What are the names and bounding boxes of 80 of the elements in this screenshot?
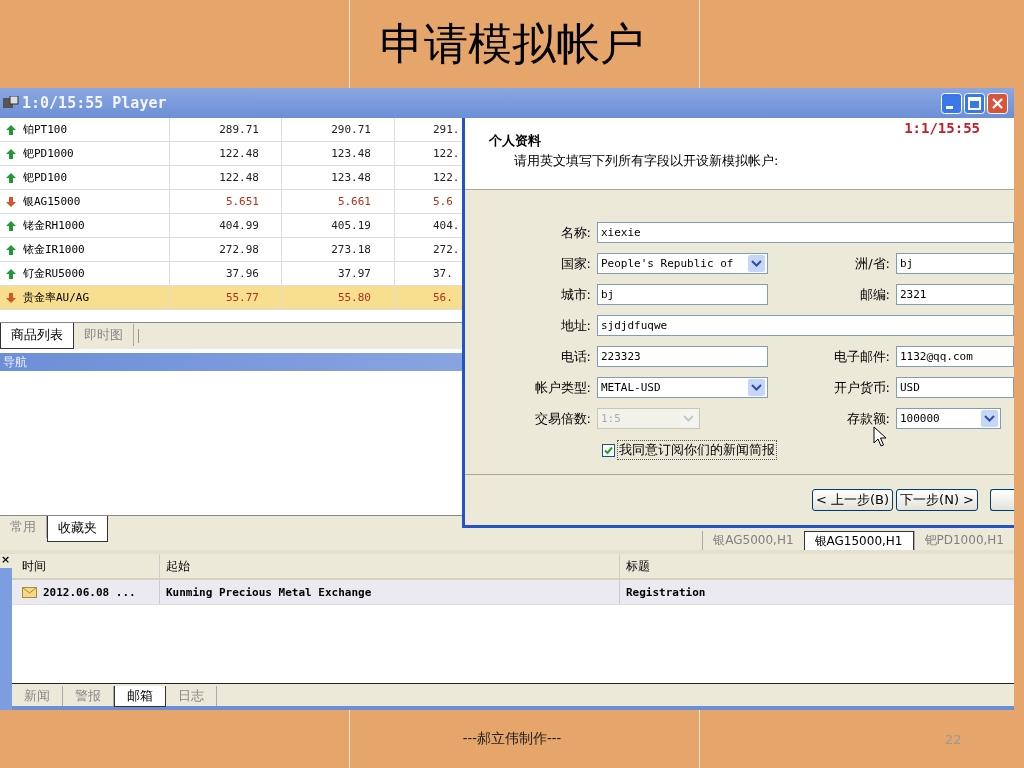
symbol-name: 铂PT100 xyxy=(23,122,68,137)
table-cell: 2012.06.08 ... xyxy=(43,585,136,599)
envelope-icon xyxy=(22,586,37,598)
price-cell: 122.48 xyxy=(170,142,282,165)
minimize-button[interactable] xyxy=(941,92,962,114)
column-header[interactable]: 标题 xyxy=(620,554,1014,578)
price-cell: 273.18 xyxy=(282,238,395,261)
input-field[interactable]: 223323 xyxy=(597,346,768,367)
input-field[interactable]: xiexie xyxy=(597,222,1014,243)
field-label: 邮编: xyxy=(858,285,891,304)
price-cell: 405.19 xyxy=(282,214,395,237)
price-cell: 122.48 xyxy=(170,166,282,189)
symbol-name: 钯PD100 xyxy=(23,170,68,185)
dropdown-field[interactable]: 100000 xyxy=(896,408,1001,429)
price-cell: 37.97 xyxy=(282,262,395,285)
chevron-icon[interactable] xyxy=(748,255,765,272)
app-icon xyxy=(2,96,20,110)
field-label: 地址: xyxy=(559,316,592,335)
price-cell: 123.48 xyxy=(282,166,395,189)
field-label: 洲/省: xyxy=(854,254,891,273)
dropdown-field[interactable]: METAL-USD xyxy=(597,377,768,398)
window-title: 1:0/15:55 Player xyxy=(22,94,167,112)
symbol-name: 钯PD1000 xyxy=(23,146,74,161)
wizard-button[interactable]: < 上一步(B) xyxy=(812,489,894,511)
column-header[interactable]: 时间 xyxy=(12,554,160,578)
field-label: 电话: xyxy=(559,347,592,366)
dropdown-field[interactable]: People's Republic of xyxy=(597,253,768,274)
symbol-name: 铑金RH1000 xyxy=(23,218,85,233)
wizard-button[interactable]: 下一步(N) > xyxy=(896,489,978,511)
price-cell: 290.71 xyxy=(282,118,395,141)
price-cell: 404.99 xyxy=(170,214,282,237)
panel-title: 导航 xyxy=(3,353,27,371)
field-label: 帐户类型: xyxy=(533,378,592,397)
dialog-heading: 个人资料 xyxy=(489,132,542,150)
field-label: 名称: xyxy=(559,223,592,242)
field-label: 电子邮件: xyxy=(832,347,891,366)
field-label: 存款额: xyxy=(845,409,891,428)
tab[interactable]: 邮箱 xyxy=(114,686,166,707)
partial-button[interactable] xyxy=(990,489,1014,511)
field-label: 开户货币: xyxy=(832,378,891,397)
maximize-button[interactable] xyxy=(964,92,985,114)
tab[interactable]: 商品列表 xyxy=(0,323,74,349)
price-cell: 55.77 xyxy=(170,286,282,309)
symbol-name: 银AG15000 xyxy=(23,194,81,209)
chevron-icon[interactable] xyxy=(748,379,765,396)
field-label: 国家: xyxy=(559,254,592,273)
price-cell: 289.71 xyxy=(170,118,282,141)
price-cell: 55.80 xyxy=(282,286,395,309)
symbol-name: 钌金RU5000 xyxy=(23,266,85,281)
mail-row[interactable]: 2012.06.08 ... Kunming Precious Metal Exchange Registration xyxy=(12,580,1014,605)
field-label: 城市: xyxy=(559,285,592,304)
price-cell: 272.98 xyxy=(170,238,282,261)
input-field[interactable]: 1132@qq.com xyxy=(896,346,1014,367)
table-cell: Kunming Precious Metal Exchange xyxy=(160,580,620,604)
field-label: 交易倍数: xyxy=(533,409,592,428)
input-field[interactable]: bj xyxy=(597,284,768,305)
column-header[interactable]: 起始 xyxy=(160,554,620,578)
chart-tab[interactable]: 银AG15000,H1 xyxy=(803,531,914,552)
pointer-icon xyxy=(873,426,887,448)
price-cell: 5.661 xyxy=(282,190,395,213)
table-cell-text: Registration xyxy=(625,584,707,601)
slide-title: 申请模拟帐户 xyxy=(379,16,645,71)
symbol-name: 贵金率AU/AG xyxy=(23,290,90,305)
tab[interactable]: 收藏夹 xyxy=(47,516,108,542)
symbol-name: 铱金IR1000 xyxy=(23,242,85,257)
input-field[interactable]: 2321 xyxy=(896,284,1014,305)
price-cell: 123.48 xyxy=(282,142,395,165)
chevron-icon[interactable] xyxy=(981,410,998,427)
close-button[interactable] xyxy=(987,92,1008,114)
price-cell: 37.96 xyxy=(170,262,282,285)
input-field[interactable]: sjdjdfuqwe xyxy=(597,315,1014,336)
input-field[interactable]: USD xyxy=(896,377,1014,398)
input-field[interactable]: bj xyxy=(896,253,1014,274)
timer-text: 1:1/15:55 xyxy=(904,120,980,136)
dialog-subtitle: 请用英文填写下列所有字段以开设新模拟帐户: xyxy=(514,152,780,170)
close-button[interactable]: × xyxy=(1,554,11,566)
price-cell: 5.651 xyxy=(170,190,282,213)
slide-footer: ---郝立伟制作--- xyxy=(462,730,562,748)
page-number: 22 xyxy=(945,731,962,747)
checkbox-icon[interactable] xyxy=(602,443,615,457)
